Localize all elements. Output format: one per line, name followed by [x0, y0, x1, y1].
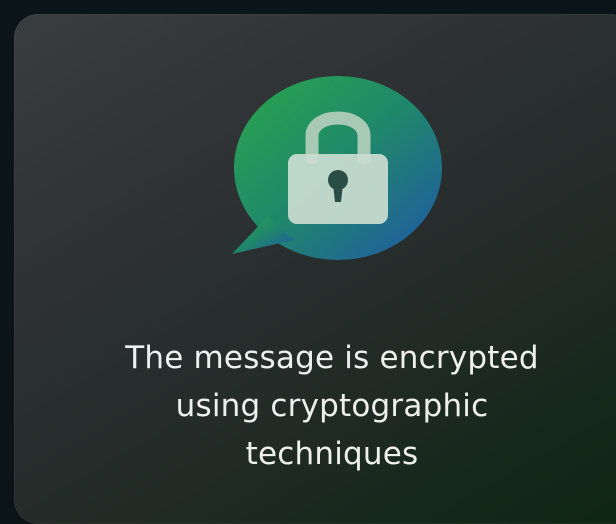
message-line-1: The message is encrypted	[125, 340, 539, 376]
message-line-2: using cryptographic	[175, 388, 489, 424]
encrypted-chat-lock-icon	[228, 76, 442, 260]
message-line-3: techniques	[245, 436, 419, 472]
encryption-info-card: The message is encrypted using cryptogra…	[14, 14, 616, 524]
encryption-message: The message is encrypted using cryptogra…	[14, 334, 616, 478]
